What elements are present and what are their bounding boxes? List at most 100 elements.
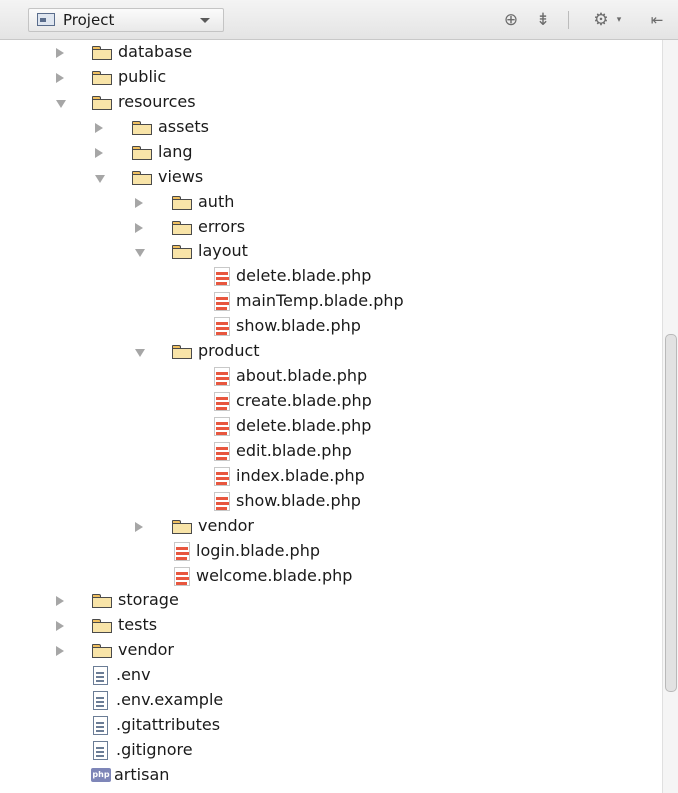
php-file-icon: php (91, 767, 111, 782)
collapse-all-icon[interactable]: ⇟ (532, 9, 554, 31)
folder-icon (132, 170, 152, 185)
tree-item-label: errors (198, 216, 246, 236)
folder-icon (92, 644, 112, 659)
tree-folder-row[interactable]: layout (0, 239, 662, 264)
blade-file-icon (214, 267, 230, 287)
blade-file-icon (174, 566, 190, 586)
tree-file-row[interactable]: about.blade.php (0, 364, 662, 389)
tree-folder-row[interactable]: assets (0, 115, 662, 140)
tree-file-row[interactable]: .gitignore (0, 738, 662, 763)
expand-arrow-right-icon[interactable] (135, 197, 143, 208)
tree-item-label: storage (118, 590, 179, 610)
folder-icon (172, 519, 192, 534)
blade-file-icon (214, 292, 230, 312)
tree-item-label: database (118, 42, 193, 61)
blade-file-icon (214, 416, 230, 436)
tree-file-row[interactable]: edit.blade.php (0, 439, 662, 464)
tree-item-label: assets (158, 116, 209, 136)
text-file-icon (93, 691, 108, 711)
blade-file-icon (214, 392, 230, 412)
tree-item-label: .env.example (116, 690, 224, 710)
tree-item-label: welcome.blade.php (196, 565, 353, 585)
tree-item-label: auth (198, 191, 235, 211)
tree-file-row[interactable]: php artisan (0, 763, 662, 788)
expand-arrow-right-icon[interactable] (56, 48, 64, 58)
tree-folder-row[interactable]: views (0, 165, 662, 190)
expand-arrow-down-icon[interactable] (135, 249, 145, 258)
tree-folder-row[interactable]: public (0, 65, 662, 90)
expand-arrow-right-icon[interactable] (135, 222, 143, 233)
tree-item-label: index.blade.php (236, 465, 365, 485)
hide-panel-icon[interactable]: ⇤ (642, 9, 672, 31)
tree-item-label: .env (116, 665, 151, 685)
tree-folder-row[interactable]: errors (0, 215, 662, 240)
toolbar-separator (568, 11, 569, 29)
expand-arrow-right-icon[interactable] (56, 596, 64, 607)
tree-file-row[interactable]: index.blade.php (0, 464, 662, 489)
tree-file-row[interactable]: delete.blade.php (0, 414, 662, 439)
tree-folder-row[interactable]: storage (0, 588, 662, 613)
tree-folder-row[interactable]: auth (0, 190, 662, 215)
tree-item-label: edit.blade.php (236, 440, 352, 460)
text-file-icon (93, 716, 108, 736)
vertical-scrollbar[interactable] (662, 40, 678, 793)
tree-file-row[interactable]: welcome.blade.php (0, 564, 662, 589)
tree-folder-row[interactable]: database (0, 40, 662, 65)
expand-arrow-right-icon[interactable] (56, 621, 64, 632)
project-view-selector[interactable]: Project (28, 8, 224, 32)
tree-item-label: about.blade.php (236, 366, 368, 386)
locate-target-icon[interactable]: ⊕ (500, 9, 522, 31)
tree-item-label: mainTemp.blade.php (236, 291, 404, 311)
tree-item-label: product (198, 341, 260, 361)
tree-file-row[interactable]: .env (0, 663, 662, 688)
folder-icon (172, 245, 192, 260)
folder-icon (172, 220, 192, 235)
folder-icon (92, 46, 112, 60)
tree-file-row[interactable]: show.blade.php (0, 314, 662, 339)
tree-folder-row[interactable]: resources (0, 90, 662, 115)
tree-item-label: artisan (114, 764, 170, 784)
folder-icon (92, 70, 112, 85)
tree-item-label: show.blade.php (236, 316, 361, 336)
tree-item-label: login.blade.php (196, 540, 321, 560)
folder-icon (132, 120, 152, 135)
tree-folder-row[interactable]: lang (0, 140, 662, 165)
tree-file-row[interactable]: mainTemp.blade.php (0, 289, 662, 314)
expand-arrow-right-icon[interactable] (56, 72, 64, 83)
tree-file-row[interactable]: show.blade.php (0, 489, 662, 514)
tree-item-label: vendor (198, 515, 254, 535)
tree-item-label: delete.blade.php (236, 415, 372, 435)
folder-icon (92, 594, 112, 609)
gear-icon[interactable]: ⚙ (590, 9, 612, 31)
tree-item-label: show.blade.php (236, 490, 361, 510)
gear-dropdown-icon[interactable]: ▾ (614, 9, 624, 31)
tree-item-label: views (158, 166, 204, 186)
blade-file-icon (214, 491, 230, 511)
tree-item-label: create.blade.php (236, 391, 372, 411)
blade-file-icon (174, 541, 190, 561)
tree-file-row[interactable]: create.blade.php (0, 389, 662, 414)
tree-file-row[interactable]: login.blade.php (0, 539, 662, 564)
blade-file-icon (214, 367, 230, 387)
expand-arrow-right-icon[interactable] (95, 122, 103, 133)
expand-arrow-down-icon[interactable] (135, 349, 145, 358)
tree-file-row[interactable]: .gitattributes (0, 713, 662, 738)
tree-folder-row[interactable]: tests (0, 613, 662, 638)
expand-arrow-right-icon[interactable] (135, 521, 143, 532)
expand-arrow-right-icon[interactable] (95, 147, 103, 158)
folder-icon (172, 195, 192, 210)
tree-item-label: .gitattributes (116, 715, 221, 735)
blade-file-icon (214, 441, 230, 461)
scrollbar-thumb[interactable] (665, 334, 677, 692)
tree-file-row[interactable]: .env.example (0, 688, 662, 713)
folder-icon (132, 145, 152, 160)
tree-file-row[interactable]: delete.blade.php (0, 264, 662, 289)
tree-folder-row[interactable]: vendor (0, 638, 662, 663)
expand-arrow-right-icon[interactable] (56, 646, 64, 657)
folder-icon (92, 619, 112, 634)
expand-arrow-down-icon[interactable] (95, 174, 105, 183)
tree-folder-row[interactable]: product (0, 339, 662, 364)
expand-arrow-down-icon[interactable] (56, 99, 66, 108)
tree-item-label: layout (198, 241, 248, 261)
tree-folder-row[interactable]: vendor (0, 514, 662, 539)
